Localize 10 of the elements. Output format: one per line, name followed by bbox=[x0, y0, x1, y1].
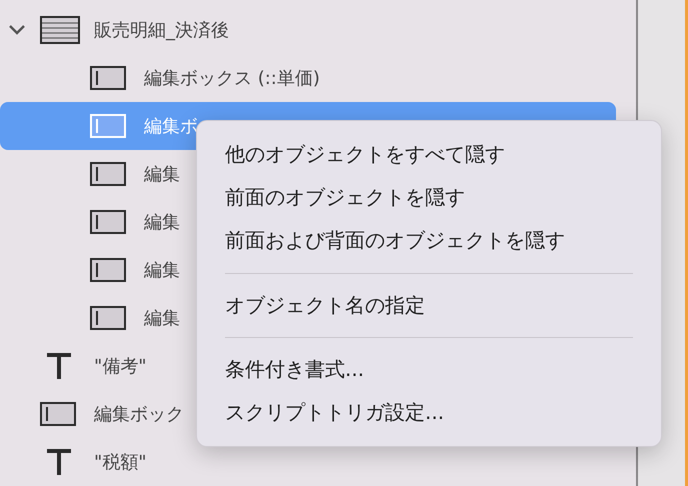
tree-label: 販売明細_決済後 bbox=[94, 19, 229, 42]
tree-label: 編集ボックス (::単価) bbox=[144, 67, 320, 90]
tree-label: 編集 bbox=[144, 163, 180, 186]
tree-label: 編集 bbox=[144, 259, 180, 282]
tree-label: "備考" bbox=[94, 355, 147, 378]
tree-label: 編集ボック bbox=[94, 403, 184, 426]
tree-label: 編集ボ bbox=[144, 115, 198, 138]
tree-label: 編集 bbox=[144, 307, 180, 330]
tree-label: "税額" bbox=[94, 451, 147, 474]
tree-label: 編集 bbox=[144, 211, 180, 234]
